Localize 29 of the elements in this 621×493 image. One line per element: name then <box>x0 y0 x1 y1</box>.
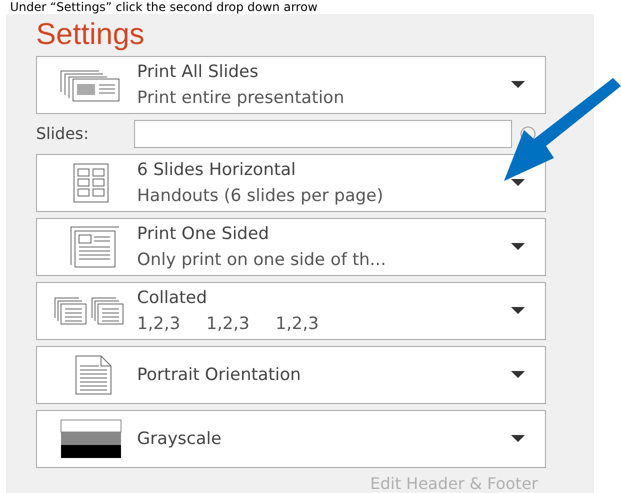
print-option-dropdown[interactable]: Print All Slides Print entire presentation <box>36 56 546 114</box>
dropdown-caret-icon <box>511 243 525 251</box>
settings-heading: Settings <box>36 17 146 53</box>
option-description: 1,2,3 <box>137 313 180 336</box>
option-title: 6 Slides Horizontal <box>137 159 297 182</box>
slides-label: Slides: <box>36 123 90 145</box>
print-option-dropdown[interactable]: Grayscale <box>36 410 546 468</box>
dropdown-caret-icon <box>511 81 525 89</box>
option-description: Only print on one side of th... <box>137 249 386 272</box>
print-option-dropdown[interactable]: 6 Slides Horizontal Handouts (6 slides per page) <box>36 154 546 212</box>
option-description: Handouts (6 slides per page) <box>137 185 384 208</box>
dropdown-caret-icon <box>511 179 525 187</box>
dropdown-caret-icon <box>511 435 525 443</box>
slides-input-field[interactable] <box>134 120 512 148</box>
instruction-text: Under “Settings” click the second drop down arrow <box>9 0 319 14</box>
dropdown-caret-icon <box>511 371 525 379</box>
print-option-dropdown[interactable]: Print One Sided Only print on one side of th... <box>36 218 546 276</box>
print-option-dropdown[interactable]: Portrait Orientation <box>36 346 546 404</box>
grayscale-swatch-icon <box>60 419 122 459</box>
option-title: Collated <box>137 287 208 310</box>
option-title: Print One Sided <box>137 223 270 246</box>
option-description: 1,2,3 <box>276 313 319 336</box>
option-title: Portrait Orientation <box>137 364 302 387</box>
option-description: Print entire presentation <box>137 87 344 110</box>
option-title: Grayscale <box>137 428 222 451</box>
option-description: 1,2,3 <box>206 313 250 336</box>
dropdown-caret-icon <box>511 307 525 315</box>
print-option-dropdown[interactable]: Collated 1,2,3 1,2,3 1,2,3 <box>36 282 546 340</box>
option-title: Print All Slides <box>137 61 260 84</box>
